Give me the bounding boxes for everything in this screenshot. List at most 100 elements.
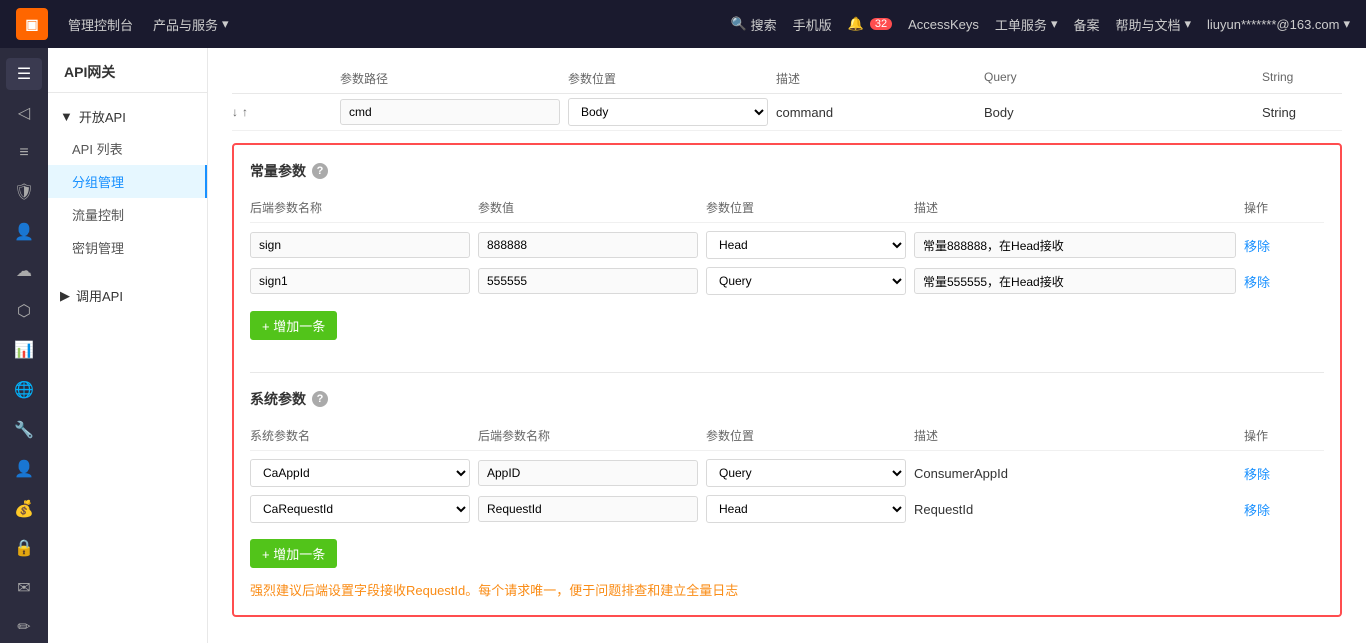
row-up-icon[interactable]: ↑ <box>242 105 248 119</box>
sys-row2-action: 移除 <box>1244 500 1324 519</box>
sidebar-item-key[interactable]: 密钥管理 <box>48 231 207 264</box>
cmd-input[interactable] <box>340 99 560 125</box>
requestid-remove-link[interactable]: 移除 <box>1244 503 1270 518</box>
sign-name-input[interactable] <box>250 232 470 258</box>
const-help-icon[interactable]: ? <box>312 163 328 179</box>
sidebar-item-api-list[interactable]: API 列表 <box>48 132 207 165</box>
sign-position-select[interactable]: Head Query Body Path <box>706 231 906 259</box>
const-row2-action: 移除 <box>1244 272 1324 291</box>
appid-remove-link[interactable]: 移除 <box>1244 467 1270 482</box>
products-menu[interactable]: 产品与服务 ▾ <box>153 15 229 34</box>
col-value: 参数值 <box>478 199 698 216</box>
body-select[interactable]: Body Query Head Path <box>568 98 768 126</box>
const-params-header: 后端参数名称 参数值 参数位置 描述 操作 <box>250 193 1324 223</box>
col-sys-desc: 描述 <box>914 427 1236 444</box>
sign-desc-input[interactable] <box>914 232 1236 258</box>
sign1-name-input[interactable] <box>250 268 470 294</box>
appid-position-select[interactable]: Query Head Body Path <box>706 459 906 487</box>
sys-row2-desc: RequestId <box>914 502 1236 517</box>
row-input-cmd <box>340 99 560 125</box>
sidebar-icon-list[interactable]: ≡ <box>6 137 42 169</box>
row-dtype-string: String <box>1262 105 1342 120</box>
sidebar-section-open: ▼ 开放API API 列表 分组管理 流量控制 密钥管理 <box>48 93 207 272</box>
col-desc: 描述 <box>914 199 1236 216</box>
desc-text: command <box>776 105 833 120</box>
icp-link[interactable]: 备案 <box>1073 15 1099 34</box>
section-label-open: 开放API <box>79 107 126 126</box>
sidebar-icon-chart[interactable]: 📊 <box>6 335 42 367</box>
col-header-type: Query <box>984 70 1254 87</box>
sidebar-section-header-call[interactable]: ▶ 调用API <box>48 280 207 311</box>
warning-text: 强烈建议后端设置字段接收RequestId。每个请求唯一，便于问题排查和建立全量… <box>250 580 1324 599</box>
mobile-button[interactable]: 手机版 <box>793 15 832 34</box>
sign1-value-input[interactable] <box>478 268 698 294</box>
col-backend-name: 后端参数名称 <box>250 199 470 216</box>
requestid-position-select[interactable]: Query Head Body Path <box>706 495 906 523</box>
sys-add-button[interactable]: + 增加一条 <box>250 539 337 568</box>
appid-desc-text: ConsumerAppId <box>914 466 1008 481</box>
chevron-down-icon: ▾ <box>1185 16 1192 32</box>
const-add-button[interactable]: + 增加一条 <box>250 311 337 340</box>
accesskeys-link[interactable]: AccessKeys <box>908 17 979 32</box>
sidebar-icon-security[interactable]: 🛡 <box>6 177 42 209</box>
sidebar-icon-edit[interactable]: ✏ <box>6 611 42 643</box>
section-label-call: 调用API <box>76 286 123 305</box>
sidebar-item-group[interactable]: 分组管理 <box>48 165 207 198</box>
sidebar-icon-menu[interactable]: ☰ <box>6 58 42 90</box>
sidebar-icon-users[interactable]: 👤 <box>6 216 42 248</box>
main-content: 参数路径 参数位置 描述 Query String ↓ ↑ <box>208 48 1366 643</box>
content-area: 参数路径 参数位置 描述 Query String ↓ ↑ <box>208 48 1366 643</box>
const-row1-position: Head Query Body Path <box>706 231 906 259</box>
search-button[interactable]: 🔍 搜索 <box>730 15 776 34</box>
sys-help-icon[interactable]: ? <box>312 391 328 407</box>
const-row2-value <box>478 268 698 294</box>
sidebar-section-header-open[interactable]: ▼ 开放API <box>48 101 207 132</box>
sys-row-2: CaAppId CaRequestId CaClientIp CaAppKey <box>250 495 1324 523</box>
help-menu[interactable]: 帮助与文档 ▾ <box>1115 15 1191 34</box>
sys-row2-sys-name: CaAppId CaRequestId CaClientIp CaAppKey <box>250 495 470 523</box>
sidebar-icon-wrench[interactable]: 🔧 <box>6 414 42 446</box>
table-row: ↓ ↑ Body Query Head Path <box>232 94 1342 131</box>
sys-params-title: 系统参数 ? <box>250 389 1324 409</box>
col-sys-name: 系统参数名 <box>250 427 470 444</box>
bell-button[interactable]: 🔔 32 <box>848 16 892 32</box>
sidebar-icon-box[interactable]: ⬡ <box>6 295 42 327</box>
col-header-desc: 描述 <box>776 70 976 87</box>
tools-menu[interactable]: 工单服务 ▾ <box>995 15 1058 34</box>
sys-row1-action: 移除 <box>1244 464 1324 483</box>
sys-row1-desc: ConsumerAppId <box>914 466 1236 481</box>
sidebar-title: API网关 <box>48 48 207 93</box>
sidebar-icon-cloud[interactable]: ☁ <box>6 256 42 288</box>
sidebar-item-flow[interactable]: 流量控制 <box>48 198 207 231</box>
sign1-position-select[interactable]: Head Query Body Path <box>706 267 906 295</box>
sidebar-icon-globe[interactable]: 🌐 <box>6 374 42 406</box>
bell-icon: 🔔 <box>848 16 864 32</box>
user-menu[interactable]: liuyun*******@163.com ▾ <box>1207 16 1350 32</box>
sys-params-header: 系统参数名 后端参数名称 参数位置 描述 操作 <box>250 421 1324 451</box>
search-icon: 🔍 <box>730 16 746 32</box>
collapse-arrow-icon: ▼ <box>60 109 73 124</box>
console-title[interactable]: 管理控制台 <box>68 15 133 34</box>
row-desc-command: command <box>776 105 976 120</box>
appid-backend-input[interactable] <box>478 460 698 486</box>
sidebar-icon-person[interactable]: 👤 <box>6 453 42 485</box>
topnav: ▣ 管理控制台 产品与服务 ▾ 🔍 搜索 手机版 🔔 32 AccessKeys… <box>0 0 1366 48</box>
sign-value-input[interactable] <box>478 232 698 258</box>
row-index: ↓ <box>232 105 238 119</box>
sidebar-icon-coin[interactable]: 💰 <box>6 493 42 525</box>
sys-title-text: 系统参数 <box>250 389 306 409</box>
carequestid-sys-select[interactable]: CaAppId CaRequestId CaClientIp CaAppKey <box>250 495 470 523</box>
sidebar-icon-shield[interactable]: 🔒 <box>6 532 42 564</box>
requestid-backend-input[interactable] <box>478 496 698 522</box>
sign-remove-link[interactable]: 移除 <box>1244 239 1270 254</box>
sidebar-icon-mail[interactable]: ✉ <box>6 572 42 604</box>
sign1-desc-input[interactable] <box>914 268 1236 294</box>
sidebar-icon-collapse[interactable]: ◁ <box>6 98 42 130</box>
col-header-index <box>232 70 332 87</box>
sign1-remove-link[interactable]: 移除 <box>1244 275 1270 290</box>
const-row-1: Head Query Body Path 移除 <box>250 231 1324 259</box>
sidebar-icons: ☰ ◁ ≡ 🛡 👤 ☁ ⬡ 📊 🌐 🔧 👤 💰 🔒 ✉ ✏ <box>0 48 48 643</box>
caappid-sys-select[interactable]: CaAppId CaRequestId CaClientIp CaAppKey <box>250 459 470 487</box>
topnav-right: 🔍 搜索 手机版 🔔 32 AccessKeys 工单服务 ▾ 备案 帮助与文档… <box>730 15 1350 34</box>
col-action: 操作 <box>1244 199 1324 216</box>
